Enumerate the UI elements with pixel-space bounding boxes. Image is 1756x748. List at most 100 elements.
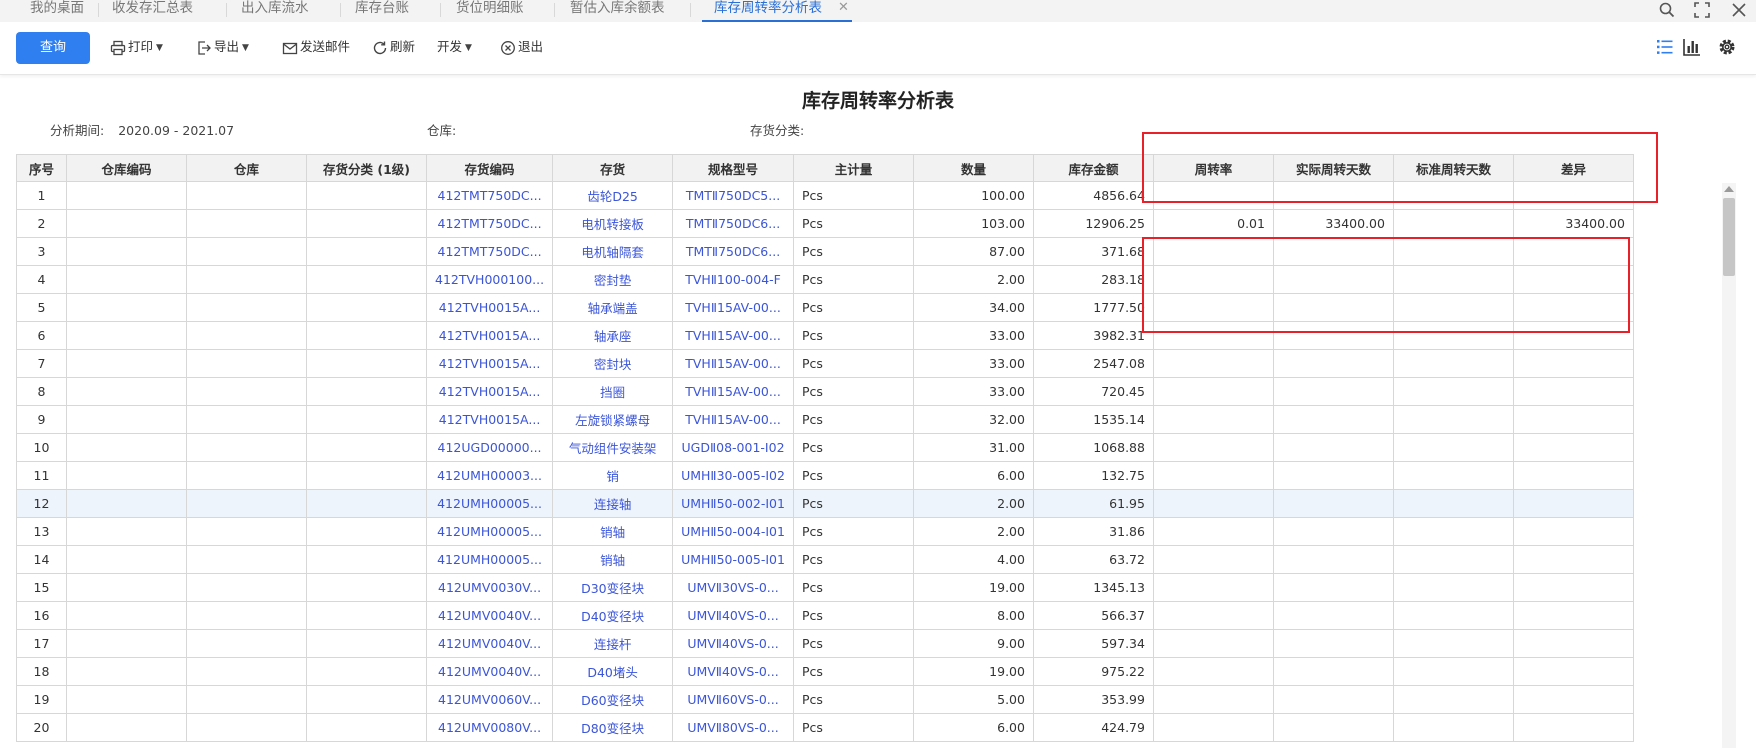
table-cell[interactable]: 密封垫 (552, 265, 674, 294)
table-cell[interactable]: 412TVH0015A... (425, 405, 554, 434)
table-cell[interactable]: UGDⅡ08-001-I02 (672, 433, 794, 462)
table-cell[interactable]: TMTⅡ750DC6... (672, 209, 794, 238)
table-cell[interactable]: TMTⅡ750DC5... (672, 181, 794, 210)
table-cell[interactable]: D60变径块 (552, 685, 674, 714)
table-cell[interactable]: 412UMV0040V... (425, 629, 554, 658)
table-cell[interactable]: 412UMV0030V... (425, 573, 554, 602)
chart-view-icon[interactable] (1681, 36, 1703, 58)
table-row[interactable]: 14 412UMH00005... 销轴 UMHⅡ50-005-I01 Pcs 4.00 6… (16, 545, 1634, 574)
develop-menu[interactable]: 开发 ▼ (437, 37, 472, 57)
print-button[interactable]: 打印 ▼ (110, 37, 163, 57)
table-cell[interactable]: 412UMH00005... (425, 545, 554, 574)
table-cell[interactable]: D40变径块 (552, 601, 674, 630)
column-header[interactable]: 序号 (16, 154, 67, 182)
column-header[interactable]: 主计量 (792, 154, 914, 182)
query-button[interactable]: 查询 (16, 32, 90, 64)
list-view-icon[interactable] (1654, 36, 1676, 58)
table-cell[interactable]: 气动组件安装架 (552, 433, 674, 462)
table-row[interactable]: 18 412UMV0040V... D40堵头 UMVⅡ40VS-0... Pcs 19.… (16, 657, 1634, 686)
exit-button[interactable]: 退出 (500, 37, 543, 57)
table-cell[interactable]: TVHⅡ15AV-00... (672, 349, 794, 378)
table-cell[interactable]: 412UMH00005... (425, 517, 554, 546)
table-cell[interactable]: UMVⅡ40VS-0... (672, 601, 794, 630)
column-header[interactable]: 仓库 (186, 154, 307, 182)
table-row[interactable]: 8 412TVH0015A... 挡圈 TVHⅡ15AV-00... Pcs 33.00 7… (16, 377, 1634, 406)
table-row[interactable]: 7 412TVH0015A... 密封块 TVHⅡ15AV-00... Pcs 33.00… (16, 349, 1634, 378)
table-row[interactable]: 13 412UMH00005... 销轴 UMHⅡ50-004-I01 Pcs 2.00 3… (16, 517, 1634, 546)
table-cell[interactable]: D80变径块 (552, 713, 674, 742)
table-cell[interactable]: UMVⅡ40VS-0... (672, 657, 794, 686)
tab-inout-flow[interactable]: 出入库流水 (241, 0, 309, 22)
table-cell[interactable]: D30变径块 (552, 573, 674, 602)
table-cell[interactable]: TVHⅡ15AV-00... (672, 405, 794, 434)
close-icon[interactable]: ✕ (838, 0, 849, 16)
column-header[interactable]: 数量 (912, 154, 1034, 182)
table-cell[interactable]: 412TMT750DC... (425, 181, 554, 210)
table-cell[interactable]: 左旋锁紧螺母 (552, 405, 674, 434)
table-cell[interactable]: 轴承座 (552, 321, 674, 350)
table-cell[interactable]: 密封块 (552, 349, 674, 378)
tab-desktop[interactable]: 我的桌面 (30, 0, 84, 22)
table-cell[interactable]: 轴承端盖 (552, 293, 674, 322)
table-cell[interactable]: 挡圈 (552, 377, 674, 406)
table-row[interactable]: 11 412UMH00003... 销 UMHⅡ30-005-I02 Pcs 6.00 13… (16, 461, 1634, 490)
table-row[interactable]: 9 412TVH0015A... 左旋锁紧螺母 TVHⅡ15AV-00... Pcs 32… (16, 405, 1634, 434)
table-cell[interactable]: 电机转接板 (552, 209, 674, 238)
table-row[interactable]: 12 412UMH00005... 连接轴 UMHⅡ50-002-I01 Pcs 2.00… (16, 489, 1634, 518)
table-cell[interactable]: 412TVH0015A... (425, 321, 554, 350)
table-cell[interactable]: 电机轴隔套 (552, 237, 674, 266)
table-cell[interactable]: D40堵头 (552, 657, 674, 686)
table-cell[interactable]: 销轴 (552, 517, 674, 546)
tab-turnover-analysis[interactable]: 库存周转率分析表 (702, 0, 852, 22)
table-cell[interactable]: 412TVH0015A... (425, 293, 554, 322)
table-cell[interactable]: 销 (552, 461, 674, 490)
table-cell[interactable]: TMTⅡ750DC6... (672, 237, 794, 266)
table-cell[interactable]: 销轴 (552, 545, 674, 574)
table-cell[interactable]: UMVⅡ30VS-0... (672, 573, 794, 602)
table-cell[interactable]: 412UMH00005... (425, 489, 554, 518)
table-cell[interactable]: 412TVH000100... (425, 265, 554, 294)
table-cell[interactable]: UMHⅡ30-005-I02 (672, 461, 794, 490)
table-cell[interactable]: UMHⅡ50-004-I01 (672, 517, 794, 546)
tab-summary[interactable]: 收发存汇总表 (112, 0, 193, 22)
scroll-up-arrow-icon[interactable] (1724, 186, 1734, 192)
table-cell[interactable]: 412UMH00003... (425, 461, 554, 490)
table-cell[interactable]: 412UMV0040V... (425, 657, 554, 686)
column-header[interactable]: 仓库编码 (66, 154, 187, 182)
table-cell[interactable]: UMVⅡ40VS-0... (672, 629, 794, 658)
settings-icon[interactable] (1716, 36, 1738, 58)
table-row[interactable]: 16 412UMV0040V... D40变径块 UMVⅡ40VS-0... Pcs 8.… (16, 601, 1634, 630)
table-cell[interactable]: 412TVH0015A... (425, 377, 554, 406)
close-window-icon[interactable] (1730, 1, 1748, 19)
tab-location-detail[interactable]: 货位明细账 (456, 0, 524, 22)
table-row[interactable]: 15 412UMV0030V... D30变径块 UMVⅡ30VS-0... Pcs 19… (16, 573, 1634, 602)
table-row[interactable]: 10 412UGD00000... 气动组件安装架 UGDⅡ08-001-I02 Pcs… (16, 433, 1634, 462)
table-row[interactable]: 2 412TMT750DC... 电机转接板 TMTⅡ750DC6... Pcs 103.… (16, 209, 1634, 238)
table-cell[interactable]: TVHⅡ15AV-00... (672, 293, 794, 322)
table-cell[interactable]: 412TVH0015A... (425, 349, 554, 378)
column-header[interactable]: 库存金额 (1032, 154, 1154, 182)
table-cell[interactable]: TVHⅡ15AV-00... (672, 321, 794, 350)
table-cell[interactable]: 412TMT750DC... (425, 209, 554, 238)
table-row[interactable]: 17 412UMV0040V... 连接杆 UMVⅡ40VS-0... Pcs 9.00 5… (16, 629, 1634, 658)
scrollbar-thumb[interactable] (1723, 198, 1735, 276)
send-mail-button[interactable]: 发送邮件 (282, 37, 350, 57)
refresh-button[interactable]: 刷新 (372, 37, 415, 57)
table-cell[interactable]: 连接轴 (552, 489, 674, 518)
table-row[interactable]: 20 412UMV0080V... D80变径块 UMVⅡ80VS-0... Pcs 6.… (16, 713, 1634, 742)
table-cell[interactable]: 412UMV0060V... (425, 685, 554, 714)
table-cell[interactable]: UMVⅡ60VS-0... (672, 685, 794, 714)
table-cell[interactable]: 齿轮D25 (552, 181, 674, 210)
table-cell[interactable]: 412UGD00000... (425, 433, 554, 462)
table-cell[interactable]: TVHⅡ15AV-00... (672, 377, 794, 406)
fullscreen-icon[interactable] (1693, 1, 1711, 19)
column-header[interactable]: 存货分类 (1级) (306, 154, 427, 182)
column-header[interactable]: 规格型号 (672, 154, 794, 182)
tab-stock-ledger[interactable]: 库存台账 (355, 0, 409, 22)
table-cell[interactable]: 412TMT750DC... (425, 237, 554, 266)
table-cell[interactable]: TVHⅡ100-004-F (672, 265, 794, 294)
table-cell[interactable]: UMHⅡ50-005-I01 (672, 545, 794, 574)
tab-estimated-balance[interactable]: 暂估入库余额表 (570, 0, 665, 22)
table-cell[interactable]: UMVⅡ80VS-0... (672, 713, 794, 742)
table-cell[interactable]: 连接杆 (552, 629, 674, 658)
